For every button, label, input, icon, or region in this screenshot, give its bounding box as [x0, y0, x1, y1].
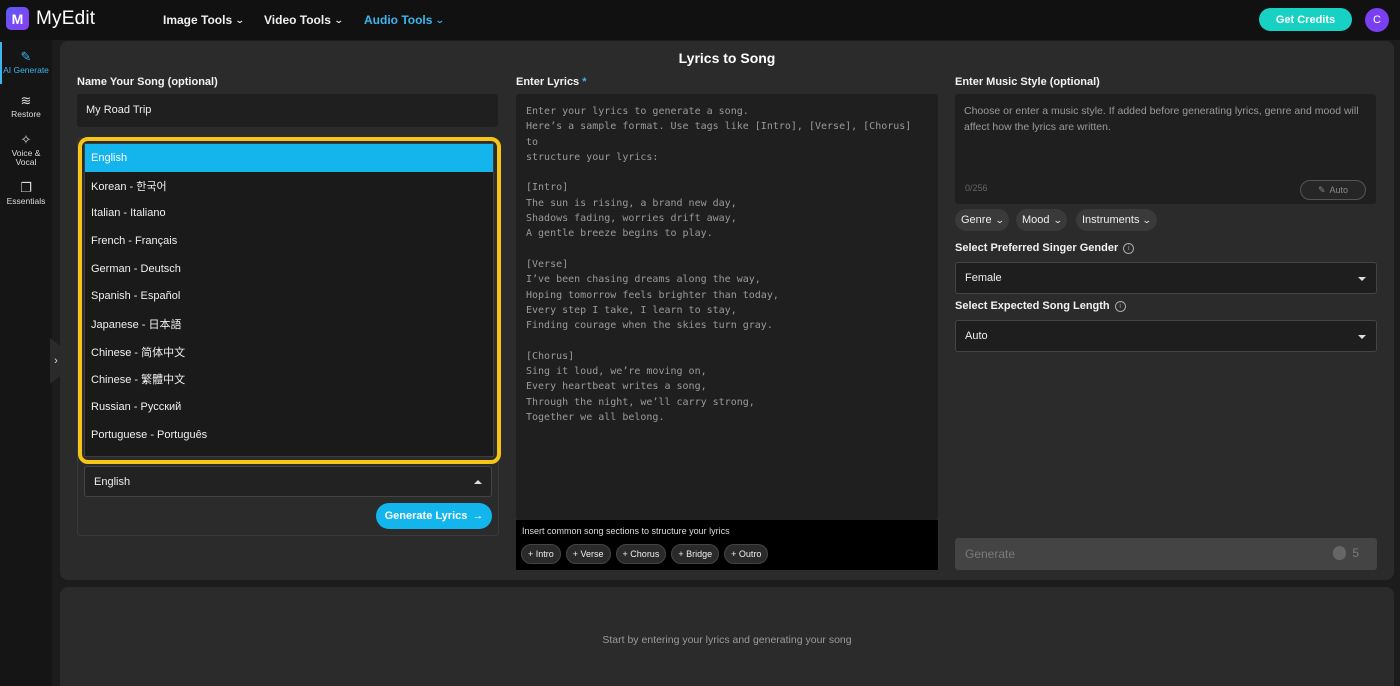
magic-wand-icon: ✎ [1317, 185, 1326, 195]
singer-gender-label-text: Select Preferred Singer Gender [955, 242, 1119, 254]
credit-cost-value: 5 [1352, 546, 1359, 560]
music-style-label: Enter Music Style (optional) [955, 76, 1100, 88]
language-option[interactable]: Italian - Italiano [85, 199, 493, 227]
page-title: Lyrics to Song [678, 50, 776, 66]
auto-label: Auto [1329, 185, 1349, 195]
logo[interactable]: M MyEdit [6, 7, 95, 30]
layers-icon: ❐ [20, 180, 32, 195]
language-option[interactable]: Japanese - 日本語 [85, 310, 493, 338]
language-option[interactable]: English [85, 144, 493, 172]
sidebar-item-label: Essentials [6, 196, 46, 206]
chevron-down-icon: ⌄ [234, 14, 245, 25]
language-option[interactable]: French - Français [85, 227, 493, 255]
nav-label: Image Tools [163, 13, 233, 27]
required-mark: * [582, 76, 587, 88]
song-sections-bar: Insert common song sections to structure… [516, 520, 938, 570]
nav-video-tools[interactable]: Video Tools ⌄ [264, 13, 344, 27]
nav-image-tools[interactable]: Image Tools ⌄ [163, 13, 245, 27]
chevron-down-icon: ⌄ [994, 214, 1005, 225]
generate-lyrics-label: Generate Lyrics [384, 510, 468, 522]
magic-wand-icon: ✎ [20, 49, 32, 64]
lyrics-textarea[interactable]: Enter your lyrics to generate a song. He… [516, 94, 938, 520]
auto-style-button[interactable]: ✎ Auto [1300, 180, 1366, 200]
chevron-down-icon: ⌄ [1142, 214, 1153, 225]
song-name-label: Name Your Song (optional) [77, 76, 218, 88]
generate-button[interactable]: Generate 5 [955, 538, 1377, 570]
singer-gender-value: Female [965, 272, 1002, 284]
outro-chip[interactable]: + Outro [724, 544, 769, 564]
genre-label: Genre [961, 214, 992, 226]
sidebar-item-label: Voice & Vocal [11, 148, 41, 167]
mood-label: Mood [1022, 214, 1050, 226]
section-chips: + Intro + Verse + Chorus + Bridge + Outr… [521, 544, 769, 564]
song-length-label-text: Select Expected Song Length [955, 300, 1110, 312]
top-bar: M MyEdit Image Tools ⌄ Video Tools ⌄ Aud… [0, 0, 1400, 40]
generate-lyrics-button[interactable]: Generate Lyrics → [376, 503, 492, 529]
lyrics-label: Enter Lyrics * [516, 76, 586, 88]
singer-gender-select[interactable]: Female [955, 262, 1377, 294]
nav-audio-tools[interactable]: Audio Tools ⌄ [364, 13, 446, 27]
sidebar: ✎ AI Generate ≋ Restore ✧ Voice & Vocal … [0, 40, 52, 686]
character-counter: 0/256 [965, 183, 988, 193]
mood-dropdown[interactable]: Mood ⌄ [1016, 209, 1068, 231]
sections-hint: Insert common song sections to structure… [522, 526, 730, 536]
arrow-right-icon: → [472, 510, 484, 522]
empty-state-message: Start by entering your lyrics and genera… [602, 634, 852, 646]
intro-chip[interactable]: + Intro [521, 544, 561, 564]
song-length-select[interactable]: Auto [955, 320, 1377, 352]
caret-down-icon [1358, 277, 1366, 281]
app-name: MyEdit [36, 7, 96, 29]
caret-up-icon [474, 480, 482, 484]
language-option[interactable]: Korean - 한국어 [85, 172, 493, 200]
get-credits-button[interactable]: Get Credits [1259, 8, 1352, 31]
music-style-textarea[interactable]: Choose or enter a music style. If added … [955, 94, 1376, 204]
lyrics-label-text: Enter Lyrics [516, 76, 580, 88]
language-select[interactable]: English [84, 466, 492, 497]
language-option[interactable]: Russian - Русский [85, 393, 493, 421]
chevron-down-icon: ⌄ [1052, 214, 1063, 225]
bridge-chip[interactable]: + Bridge [671, 544, 720, 564]
language-select-value: English [94, 476, 131, 488]
language-option[interactable]: Portuguese - Português [85, 421, 493, 449]
verse-chip[interactable]: + Verse [565, 544, 611, 564]
genre-dropdown[interactable]: Genre ⌄ [955, 209, 1010, 231]
language-option[interactable]: Chinese - 繁體中文 [85, 366, 493, 394]
instruments-dropdown[interactable]: Instruments ⌄ [1076, 209, 1158, 231]
info-icon[interactable]: i [1114, 300, 1126, 312]
song-name-input[interactable]: My Road Trip [77, 94, 498, 127]
sidebar-item-label: AI Generate [3, 65, 49, 75]
song-length-value: Auto [965, 330, 988, 342]
caret-down-icon [1358, 335, 1366, 339]
sidebar-item-voice-vocal[interactable]: ✧ Voice & Vocal [0, 133, 52, 167]
waveform-icon: ≋ [20, 93, 32, 108]
music-style-placeholder: Choose or enter a music style. If added … [964, 105, 1359, 133]
info-icon[interactable]: i [1123, 242, 1135, 254]
vocal-wand-icon: ✧ [20, 132, 32, 147]
language-option[interactable]: Chinese - 简体中文 [85, 338, 493, 366]
sidebar-item-ai-generate[interactable]: ✎ AI Generate [0, 50, 52, 75]
sidebar-item-label: Restore [11, 109, 41, 119]
credit-cost: 5 [1333, 546, 1359, 560]
language-option[interactable]: Spanish - Español [85, 282, 493, 310]
nav-label: Video Tools [264, 13, 331, 27]
instruments-label: Instruments [1082, 214, 1140, 226]
chorus-chip[interactable]: + Chorus [615, 544, 667, 564]
language-option[interactable]: German - Deutsch [85, 255, 493, 283]
generate-label: Generate [965, 547, 1016, 561]
avatar[interactable]: C [1365, 8, 1389, 32]
language-dropdown-list: English Korean - 한국어 Italian - Italiano … [84, 143, 494, 457]
credit-icon [1333, 546, 1347, 560]
chevron-down-icon: ⌄ [435, 14, 446, 25]
chevron-right-icon: › [54, 355, 58, 367]
song-length-label: Select Expected Song Length i [955, 300, 1126, 312]
singer-gender-label: Select Preferred Singer Gender i [955, 242, 1135, 254]
chevron-down-icon: ⌄ [333, 14, 344, 25]
nav-label: Audio Tools [364, 13, 433, 27]
results-panel: Start by entering your lyrics and genera… [60, 587, 1394, 686]
logo-icon: M [6, 7, 29, 30]
sidebar-item-essentials[interactable]: ❐ Essentials [0, 181, 52, 206]
sidebar-item-restore[interactable]: ≋ Restore [0, 94, 52, 119]
